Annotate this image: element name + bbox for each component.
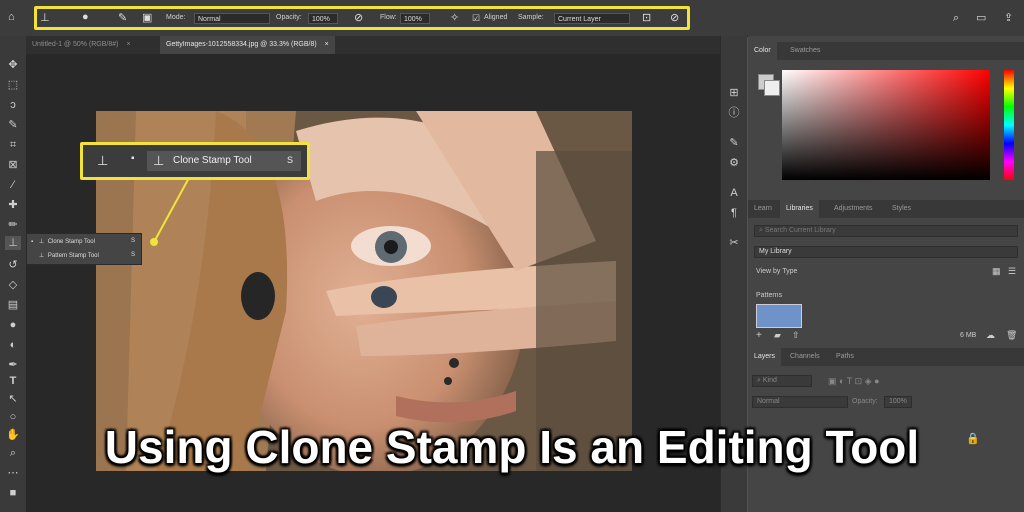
flyout-item-pattern-stamp[interactable]: ⊥ Pattern Stamp Tool S xyxy=(31,252,139,259)
list-view-icon[interactable]: ☰ xyxy=(1008,266,1016,277)
flyout-item-clone-stamp[interactable]: ▪ ⊥ Clone Stamp Tool S xyxy=(31,238,139,245)
brush-panel-icon[interactable]: ✎ xyxy=(726,136,742,150)
blend-mode-select[interactable]: Normal xyxy=(752,396,848,408)
folder-icon[interactable]: ▰ xyxy=(774,330,781,341)
color-picker-field[interactable] xyxy=(782,70,990,180)
eyedropper-tool-icon[interactable]: ⁄ xyxy=(5,178,21,192)
stamp-icon: ⊥ xyxy=(97,153,109,168)
layer-opacity-field[interactable]: 100% xyxy=(884,396,912,408)
library-search-placeholder: Search Current Library xyxy=(764,227,836,234)
layers-panel-tabs: Layers Channels Paths xyxy=(748,348,1024,366)
hue-slider[interactable] xyxy=(1004,70,1014,180)
tab-label: Untitled-1 @ 50% (RGB/8#) xyxy=(32,41,119,48)
home-icon[interactable]: ⌂ xyxy=(8,11,15,23)
tab-label: GettyImages-1012558334.jpg @ 33.3% (RGB/… xyxy=(166,41,317,48)
lasso-tool-icon[interactable]: ↄ xyxy=(5,98,21,112)
trash-icon[interactable]: 🗑 xyxy=(1006,330,1017,341)
library-size: 6 MB xyxy=(960,332,977,339)
selected-dot-icon: ▪ xyxy=(31,239,34,245)
blur-tool-icon[interactable]: ● xyxy=(5,318,21,332)
callout-shortcut: S xyxy=(287,155,294,165)
layer-filter-kind-label: Kind xyxy=(762,377,777,384)
healing-tool-icon[interactable]: ✚ xyxy=(5,198,21,212)
search-icon: ⌕ xyxy=(759,227,763,234)
color-panel-tabs: Color Swatches xyxy=(748,42,1024,60)
grid-view-icon[interactable]: ▦ xyxy=(992,266,1001,277)
background-color[interactable] xyxy=(764,80,780,96)
crop-tool-icon[interactable]: ⌗ xyxy=(5,138,21,152)
tab-adjustments[interactable]: Adjustments xyxy=(828,200,879,218)
tab-layers[interactable]: Layers xyxy=(748,348,782,366)
workspace-icon[interactable]: ▭ xyxy=(976,12,986,24)
library-select[interactable]: My Library xyxy=(754,246,1018,258)
library-panel-tabs: Learn Libraries Adjustments Styles xyxy=(748,200,1024,218)
clone-stamp-tool-icon[interactable]: ⊥ xyxy=(5,236,21,250)
tab-untitled[interactable]: Untitled-1 @ 50% (RGB/8#) × xyxy=(26,36,137,54)
move-tool-icon[interactable]: ✥ xyxy=(5,58,21,72)
tools-panel-icon[interactable]: ✂ xyxy=(726,236,742,250)
tab-paths[interactable]: Paths xyxy=(830,348,860,366)
upload-icon[interactable]: ⇧ xyxy=(792,330,800,341)
caption-overlay: Using Clone Stamp Is an Editing Tool xyxy=(104,421,920,473)
history-brush-tool-icon[interactable]: ↺ xyxy=(5,258,21,272)
cloud-icon[interactable]: ☁ xyxy=(986,330,995,341)
document-tabs: Untitled-1 @ 50% (RGB/8#) × GettyImages-… xyxy=(26,36,720,54)
pen-tool-icon[interactable]: ✒ xyxy=(5,358,21,372)
add-icon[interactable]: + xyxy=(756,330,762,341)
search-icon: ⌕ xyxy=(757,377,761,384)
close-icon[interactable]: × xyxy=(126,41,130,48)
paragraph-icon[interactable]: ¶ xyxy=(726,206,742,220)
layer-opacity-label: Opacity: xyxy=(852,398,878,405)
tab-color[interactable]: Color xyxy=(748,42,777,60)
clone-stamp-callout: ⊥ ▪ ⊥ Clone Stamp Tool S xyxy=(80,142,310,180)
frame-tool-icon[interactable]: ⊠ xyxy=(5,158,21,172)
pattern-thumbnail[interactable] xyxy=(756,304,802,328)
selected-dot-icon: ▪ xyxy=(131,153,135,164)
tab-libraries[interactable]: Libraries xyxy=(780,200,819,218)
view-by-select[interactable]: View by Type xyxy=(756,268,797,275)
info-icon[interactable]: ⓘ xyxy=(726,106,742,120)
callout-label: Clone Stamp Tool xyxy=(173,155,252,166)
share-icon[interactable]: ⇪ xyxy=(1004,12,1013,24)
color-swatch-icon[interactable]: ■ xyxy=(5,486,21,500)
search-icon[interactable]: ⌕ xyxy=(953,12,959,24)
pattern-stamp-icon: ⊥ xyxy=(39,253,45,259)
brush-settings-panel-icon[interactable]: ⚙ xyxy=(726,156,742,170)
stamp-icon: ⊥ xyxy=(153,153,165,168)
tab-learn[interactable]: Learn xyxy=(748,200,778,218)
history-icon[interactable]: ⊞ xyxy=(726,86,742,100)
tab-channels[interactable]: Channels xyxy=(784,348,826,366)
options-highlight xyxy=(34,6,690,30)
eraser-tool-icon[interactable]: ◇ xyxy=(5,278,21,292)
callout-pointer xyxy=(150,175,191,246)
path-select-tool-icon[interactable]: ↖ xyxy=(5,392,21,406)
type-tool-icon[interactable]: T xyxy=(5,374,21,388)
marquee-tool-icon[interactable]: ⬚ xyxy=(5,78,21,92)
stamp-tool-flyout: ▪ ⊥ Clone Stamp Tool S ⊥ Pattern Stamp T… xyxy=(26,233,142,265)
tab-styles[interactable]: Styles xyxy=(886,200,917,218)
quick-select-tool-icon[interactable]: ✎ xyxy=(5,118,21,132)
flyout-item-label: Clone Stamp Tool xyxy=(47,239,95,245)
dodge-tool-icon[interactable]: ◐ xyxy=(5,338,21,352)
flyout-item-shortcut: S xyxy=(130,252,135,258)
library-search-input[interactable]: ⌕ Search Current Library xyxy=(754,225,1018,237)
close-icon[interactable]: × xyxy=(325,41,329,48)
brush-tool-icon[interactable]: ✏ xyxy=(5,218,21,232)
flyout-item-shortcut: S xyxy=(130,238,135,244)
stamp-icon: ⊥ xyxy=(38,239,45,245)
patterns-group-label[interactable]: Patterns xyxy=(756,292,782,299)
layer-filter-kind[interactable]: ⌕ Kind xyxy=(752,375,812,387)
character-icon[interactable]: A xyxy=(726,186,742,200)
flyout-item-label: Pattern Stamp Tool xyxy=(47,253,99,259)
tab-getty-image[interactable]: GettyImages-1012558334.jpg @ 33.3% (RGB/… xyxy=(160,36,335,54)
tab-swatches[interactable]: Swatches xyxy=(784,42,826,60)
layer-filter-icons[interactable]: ▣ ◐ T ⊡ ◈ ● xyxy=(828,376,880,387)
options-bar: ⌂ ⊥ ● ✎ ▣ Mode: Normal Opacity: 100% ⊘ F… xyxy=(0,0,1024,37)
gradient-tool-icon[interactable]: ▤ xyxy=(5,298,21,312)
